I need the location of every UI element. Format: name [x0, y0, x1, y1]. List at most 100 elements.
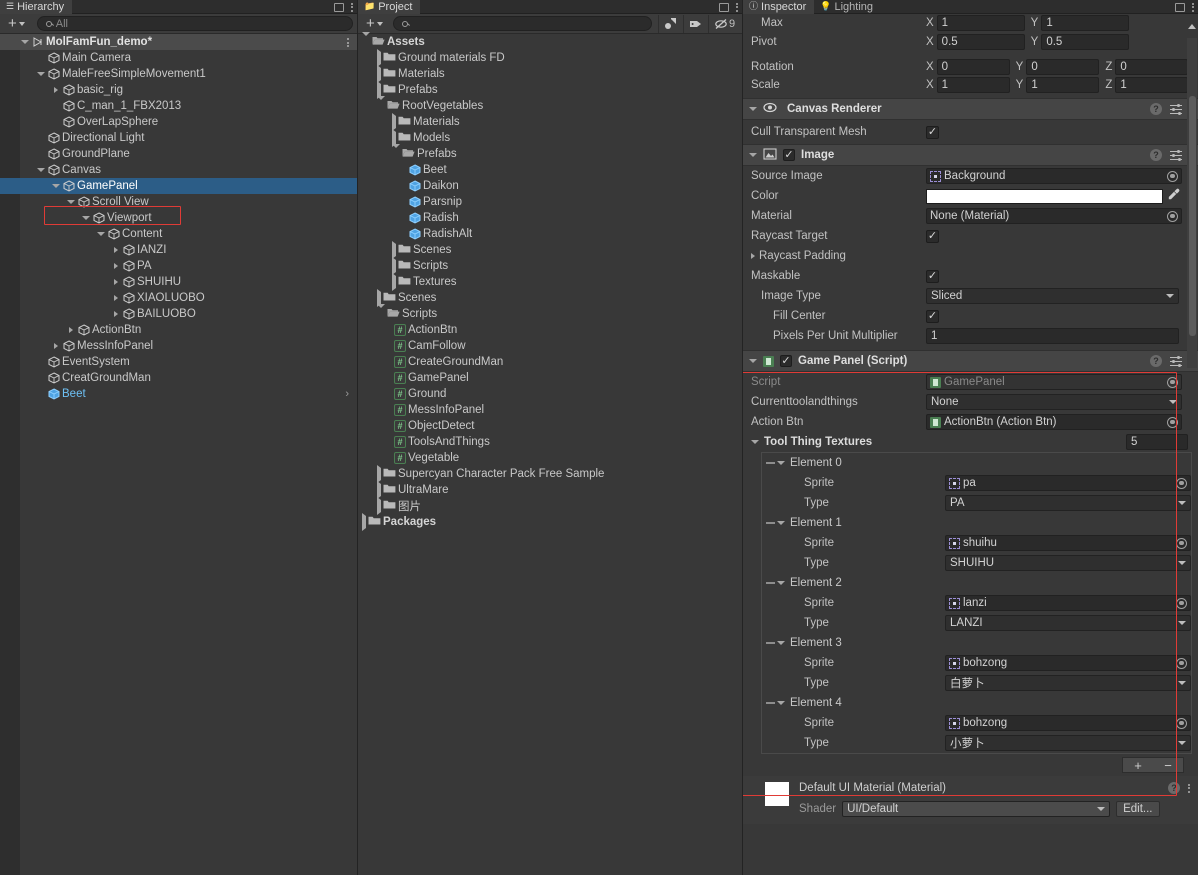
raycast-target-checkbox[interactable]: ✓: [926, 229, 939, 243]
help-icon[interactable]: ?: [1150, 103, 1162, 115]
object-picker-icon[interactable]: [1176, 597, 1187, 609]
project-item-beet[interactable]: Beet: [358, 162, 742, 178]
expand-toggle[interactable]: [392, 113, 396, 131]
pivot-x-field[interactable]: 0.5: [936, 34, 1025, 50]
array-element-sprite-row-3[interactable]: Sprite bohzong: [762, 653, 1191, 673]
project-item-scripts[interactable]: Scripts: [358, 257, 742, 275]
max-y-field[interactable]: 1: [1041, 15, 1130, 31]
project-item-vegetable[interactable]: # Vegetable: [358, 450, 742, 466]
expand-toggle[interactable]: [377, 481, 381, 499]
object-picker-icon[interactable]: [1176, 717, 1187, 729]
tab-hierarchy[interactable]: ☰ Hierarchy: [0, 0, 73, 14]
max-x-field[interactable]: 1: [936, 15, 1025, 31]
hierarchy-item-actionbtn[interactable]: ActionBtn: [0, 322, 357, 338]
action-btn-row[interactable]: Action Btn ActionBtn (Action Btn): [743, 412, 1198, 432]
sprite-field[interactable]: bohzong: [945, 655, 1191, 671]
preset-icon[interactable]: [1170, 355, 1182, 367]
hierarchy-item-groundplane[interactable]: GroundPlane: [0, 146, 357, 162]
expand-toggle[interactable]: [377, 304, 385, 320]
project-item-packages[interactable]: Packages: [358, 513, 742, 531]
element-foldout[interactable]: [777, 461, 785, 465]
expand-toggle[interactable]: [362, 513, 366, 531]
project-item-textures[interactable]: Textures: [358, 273, 742, 291]
expand-toggle[interactable]: [111, 295, 121, 301]
pixels-per-unit-field[interactable]: 1: [926, 328, 1179, 344]
tab-project[interactable]: 📁 Project: [358, 0, 421, 14]
maximize-icon[interactable]: [719, 2, 729, 12]
hierarchy-item-beet[interactable]: Beet ›: [0, 386, 357, 402]
hidden-packages-icon[interactable]: 9: [708, 14, 740, 33]
expand-toggle[interactable]: [392, 241, 396, 259]
tool-thing-textures-row[interactable]: Tool Thing Textures 5: [743, 432, 1198, 452]
source-image-row[interactable]: Source Image Background: [743, 166, 1198, 186]
drag-handle-icon[interactable]: [766, 702, 775, 704]
sprite-field[interactable]: bohzong: [945, 715, 1191, 731]
help-icon[interactable]: ?: [1150, 355, 1162, 367]
hierarchy-item-shuihu[interactable]: SHUIHU: [0, 274, 357, 290]
preset-icon[interactable]: [1170, 149, 1182, 161]
expand-toggle[interactable]: [377, 497, 381, 515]
maskable-row[interactable]: Maskable ✓: [743, 266, 1198, 286]
material-menu-icon[interactable]: [1188, 783, 1190, 793]
project-item-materials[interactable]: Materials: [358, 113, 742, 131]
scene-context-menu-icon[interactable]: [347, 38, 349, 47]
action-btn-field[interactable]: ActionBtn (Action Btn): [926, 414, 1182, 430]
array-add-button[interactable]: +: [1134, 759, 1142, 772]
array-element-type-row-2[interactable]: Type LANZI: [762, 613, 1191, 633]
tab-inspector[interactable]: ⓘ Inspector: [743, 0, 815, 14]
raycast-padding-foldout[interactable]: [751, 253, 755, 259]
canvas-renderer-header[interactable]: Canvas Renderer ?: [743, 98, 1198, 120]
array-element-header-0[interactable]: Element 0: [762, 453, 1191, 473]
project-item-materials[interactable]: Materials: [358, 65, 742, 83]
color-swatch[interactable]: [926, 188, 1163, 204]
array-element-type-row-1[interactable]: Type SHUIHU: [762, 553, 1191, 573]
expand-toggle[interactable]: [66, 200, 76, 204]
object-picker-icon[interactable]: [1176, 477, 1187, 489]
current-tool-row[interactable]: Currenttoolandthings None: [743, 392, 1198, 412]
fill-center-checkbox[interactable]: ✓: [926, 309, 939, 323]
project-item-radishalt[interactable]: RadishAlt: [358, 226, 742, 242]
hierarchy-item-viewport[interactable]: Viewport: [0, 210, 357, 226]
expand-toggle[interactable]: [111, 279, 121, 285]
expand-toggle[interactable]: [377, 49, 381, 67]
expand-toggle[interactable]: [392, 257, 396, 275]
expand-toggle[interactable]: [392, 129, 396, 147]
rot-y-field[interactable]: 0: [1026, 59, 1100, 75]
project-item-models[interactable]: Models: [358, 129, 742, 147]
expand-toggle[interactable]: [51, 87, 61, 93]
expand-toggle[interactable]: [111, 247, 121, 253]
drag-handle-icon[interactable]: [766, 582, 775, 584]
element-foldout[interactable]: [777, 521, 785, 525]
type-dropdown[interactable]: 小萝卜: [945, 735, 1191, 751]
drag-handle-icon[interactable]: [766, 462, 775, 464]
rect-max-row[interactable]: Max X 1 Y 1: [743, 14, 1198, 32]
hierarchy-item-creatgroundman[interactable]: CreatGroundMan: [0, 370, 357, 386]
rect-scale-row[interactable]: Scale X 1 Y 1 Z 1: [743, 76, 1198, 94]
expand-toggle[interactable]: [392, 144, 400, 160]
image-type-row[interactable]: Image Type Sliced: [743, 286, 1198, 306]
project-item-camfollow[interactable]: # CamFollow: [358, 338, 742, 354]
hierarchy-item-basic-rig[interactable]: basic_rig: [0, 82, 357, 98]
hierarchy-item-xiaoluobo[interactable]: XIAOLUOBO: [0, 290, 357, 306]
type-dropdown[interactable]: LANZI: [945, 615, 1191, 631]
expand-toggle[interactable]: [362, 32, 370, 48]
expand-toggle[interactable]: [81, 216, 91, 220]
hierarchy-item-directional-light[interactable]: Directional Light: [0, 130, 357, 146]
image-enabled-checkbox[interactable]: ✓: [783, 149, 795, 161]
fill-center-row[interactable]: Fill Center ✓: [743, 306, 1198, 326]
array-element-sprite-row-0[interactable]: Sprite pa: [762, 473, 1191, 493]
type-dropdown[interactable]: 白萝卜: [945, 675, 1191, 691]
tool-thing-textures-foldout[interactable]: [751, 440, 759, 444]
expand-toggle[interactable]: [66, 327, 76, 333]
expand-toggle[interactable]: [111, 263, 121, 269]
project-item-gamepanel[interactable]: # GamePanel: [358, 370, 742, 386]
prefab-open-arrow[interactable]: ›: [345, 388, 349, 400]
project-search-input[interactable]: [392, 16, 652, 31]
type-dropdown[interactable]: SHUIHU: [945, 555, 1191, 571]
material-row[interactable]: Material None (Material): [743, 206, 1198, 226]
object-picker-icon[interactable]: [1167, 416, 1178, 428]
object-picker-icon[interactable]: [1167, 210, 1178, 222]
project-tree[interactable]: Assets Ground materials FD Materials Prefab…: [358, 32, 742, 875]
array-element-header-1[interactable]: Element 1: [762, 513, 1191, 533]
project-item-ground[interactable]: # Ground: [358, 386, 742, 402]
